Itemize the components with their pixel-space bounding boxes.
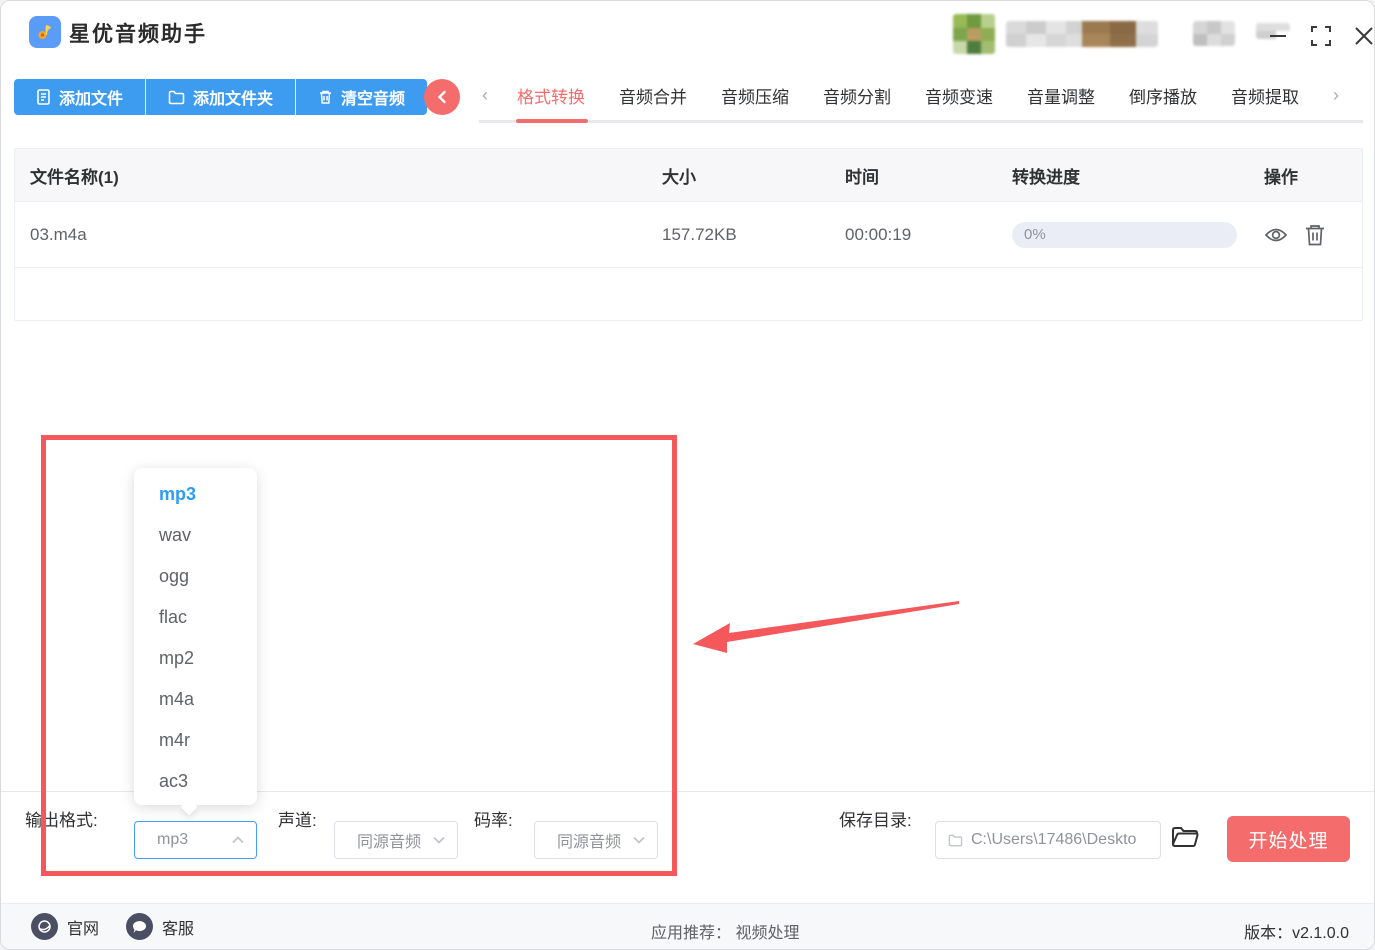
save-dir-label: 保存目录: [839, 811, 912, 830]
version-text: 版本：v2.1.0.0 [1244, 925, 1349, 942]
format-option-wav[interactable]: wav [134, 515, 257, 556]
cell-filename: 03.m4a [30, 224, 87, 244]
tab-bar: 格式转换 音频合并 音频压缩 音频分割 音频变速 音量调整 倒序播放 音频提取 [517, 83, 1299, 108]
output-format-select[interactable]: mp3 [134, 821, 257, 859]
app-title: 星优音频助手 [69, 23, 207, 46]
website-icon [31, 913, 58, 940]
format-option-mp3[interactable]: mp3 [134, 474, 257, 515]
start-process-label: 开始处理 [1248, 830, 1329, 852]
support-link[interactable]: 客服 [126, 913, 194, 940]
tab-format-convert[interactable]: 格式转换 [517, 83, 585, 108]
tab-track [479, 120, 1363, 123]
file-button-group: 添加文件 添加文件夹 清空音频 [14, 79, 428, 115]
bitrate-value: 同源音频 [557, 834, 622, 851]
add-folder-label: 添加文件夹 [193, 91, 274, 108]
progress-bar: 0% [1012, 221, 1237, 248]
format-option-mp2[interactable]: mp2 [134, 638, 257, 679]
cell-size: 157.72KB [662, 224, 737, 244]
progress-value: 0% [1024, 226, 1046, 243]
cell-time: 00:00:19 [845, 224, 912, 244]
bitrate-select[interactable]: 同源音频 [534, 821, 658, 859]
folder-icon [168, 90, 185, 104]
bottom-controls: 输出格式: mp3 声道: 同源音频 码率: 同源音频 保存目录: C:\Use… [1, 792, 1374, 903]
add-file-button[interactable]: 添加文件 [14, 79, 147, 115]
chat-icon [126, 913, 153, 940]
tab-audio-extract[interactable]: 音频提取 [1231, 83, 1299, 108]
tab-audio-speed[interactable]: 音频变速 [925, 83, 993, 108]
save-dir-input[interactable]: C:\Users\17486\Deskto [935, 821, 1161, 859]
collapse-back-button[interactable] [424, 79, 460, 115]
app-logo-icon [29, 16, 61, 48]
format-dropdown-list: mp3 wav ogg flac mp2 m4a m4r ac3 [134, 468, 257, 805]
bitrate-label: 码率: [474, 811, 513, 830]
save-dir-path: C:\Users\17486\Deskto [971, 831, 1137, 848]
clear-audio-label: 清空音频 [341, 91, 406, 108]
chevron-down-icon [633, 836, 645, 844]
col-filename: 文件名称(1) [30, 167, 119, 187]
chevron-down-icon [433, 836, 445, 844]
format-option-ac3[interactable]: ac3 [134, 761, 257, 802]
recommend-label: 应用推荐： [651, 925, 732, 942]
output-format-value: mp3 [157, 831, 189, 848]
support-label: 客服 [162, 920, 195, 938]
tab-audio-compress[interactable]: 音频压缩 [721, 83, 789, 108]
file-table: 文件名称(1) 大小 时间 转换进度 操作 03.m4a 157.72KB 00… [14, 148, 1363, 321]
output-format-label: 输出格式: [25, 811, 98, 830]
official-site-link[interactable]: 官网 [31, 913, 99, 940]
chevron-up-icon [232, 836, 244, 844]
trash-icon [320, 90, 332, 104]
table-row: 03.m4a 157.72KB 00:00:19 0% [15, 202, 1362, 268]
tabs-scroll-right[interactable]: › [1333, 85, 1339, 106]
active-tab-indicator [516, 119, 588, 123]
format-option-flac[interactable]: flac [134, 597, 257, 638]
format-option-m4a[interactable]: m4a [134, 679, 257, 720]
titlebar: 星优音频助手 [1, 1, 1374, 63]
start-process-button[interactable]: 开始处理 [1227, 816, 1350, 862]
table-header: 文件名称(1) 大小 时间 转换进度 操作 [15, 149, 1362, 202]
preview-eye-icon[interactable] [1264, 223, 1288, 247]
folder-small-icon [948, 834, 963, 846]
tab-audio-merge[interactable]: 音频合并 [619, 83, 687, 108]
app-recommend: 应用推荐： 视频处理 [651, 919, 799, 943]
blurred-badge [1193, 21, 1235, 46]
minimize-button[interactable] [1263, 21, 1293, 51]
format-option-m4r[interactable]: m4r [134, 720, 257, 761]
close-button[interactable] [1349, 21, 1374, 51]
col-size: 大小 [662, 167, 696, 187]
official-site-label: 官网 [67, 920, 100, 938]
blurred-username [1006, 21, 1158, 47]
file-icon [37, 89, 50, 105]
col-actions: 操作 [1264, 167, 1298, 187]
user-avatar[interactable] [953, 14, 995, 54]
app-window: 星优音频助手 添加文件 添加文件夹 清空音频 ‹ 格式转换 音频合并 音频压缩 … [0, 0, 1375, 950]
chevron-left-icon [437, 90, 446, 104]
tab-audio-split[interactable]: 音频分割 [823, 83, 891, 108]
tab-reverse-play[interactable]: 倒序播放 [1129, 83, 1197, 108]
footer: 官网 客服 应用推荐： 视频处理 版本：v2.1.0.0 [1, 903, 1374, 949]
tab-volume-adjust[interactable]: 音量调整 [1027, 83, 1095, 108]
col-progress: 转换进度 [1012, 167, 1080, 187]
tabs-scroll-left[interactable]: ‹ [482, 85, 488, 106]
browse-folder-icon[interactable] [1171, 825, 1199, 854]
add-file-label: 添加文件 [59, 91, 124, 108]
maximize-button[interactable] [1306, 21, 1336, 51]
col-time: 时间 [845, 167, 879, 187]
recommend-link[interactable]: 视频处理 [735, 925, 799, 942]
delete-file-icon[interactable] [1304, 223, 1326, 247]
channel-value: 同源音频 [357, 834, 422, 851]
clear-audio-button[interactable]: 清空音频 [296, 79, 427, 115]
channel-label: 声道: [278, 811, 317, 830]
add-folder-button[interactable]: 添加文件夹 [146, 79, 297, 115]
format-option-ogg[interactable]: ogg [134, 556, 257, 597]
channel-select[interactable]: 同源音频 [334, 821, 458, 859]
